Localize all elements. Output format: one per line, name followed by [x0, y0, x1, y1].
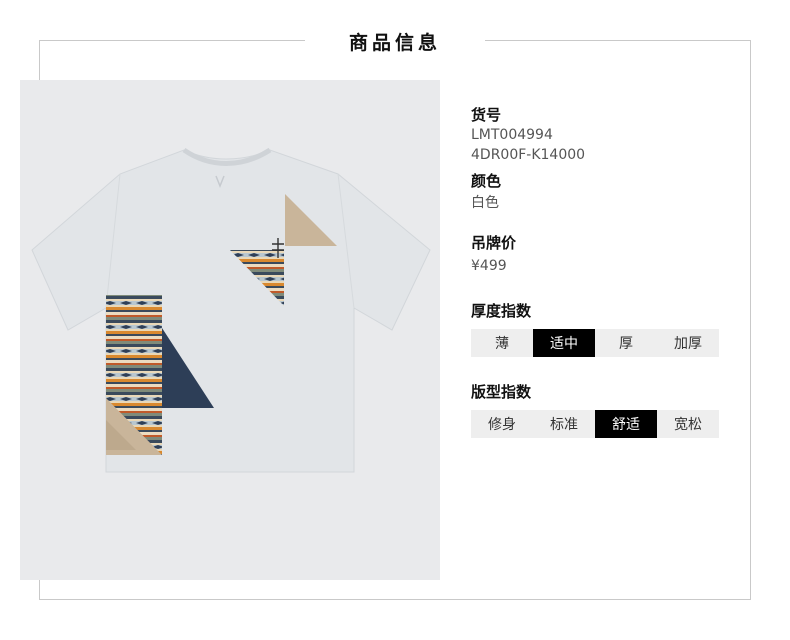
- color-label: 颜色: [471, 172, 502, 190]
- product-image: [20, 80, 440, 580]
- section-title: 商品信息: [348, 31, 441, 54]
- fit-option-regular[interactable]: 标准: [533, 410, 595, 438]
- sku-label: 货号: [471, 106, 502, 124]
- thickness-selector: 薄 适中 厚 加厚: [471, 329, 719, 357]
- fit-label: 版型指数: [471, 383, 532, 401]
- fit-option-loose[interactable]: 宽松: [657, 410, 719, 438]
- thickness-option-medium[interactable]: 适中: [533, 329, 595, 357]
- fit-option-slim[interactable]: 修身: [471, 410, 533, 438]
- sku-value-2: 4DR00F-K14000: [471, 147, 586, 163]
- section-title-wrap: 商品信息: [305, 24, 485, 58]
- color-value: 白色: [471, 195, 499, 211]
- tshirt-illustration: [31, 147, 431, 473]
- thickness-option-thin[interactable]: 薄: [471, 329, 533, 357]
- fit-option-comfort[interactable]: 舒适: [595, 410, 657, 438]
- thickness-option-thick[interactable]: 厚: [595, 329, 657, 357]
- thickness-option-extra-thick[interactable]: 加厚: [657, 329, 719, 357]
- price-label: 吊牌价: [471, 234, 517, 252]
- price-value: ¥499: [471, 258, 507, 274]
- thickness-label: 厚度指数: [471, 302, 532, 320]
- fit-selector: 修身 标准 舒适 宽松: [471, 410, 719, 438]
- sku-value-1: LMT004994: [471, 127, 553, 143]
